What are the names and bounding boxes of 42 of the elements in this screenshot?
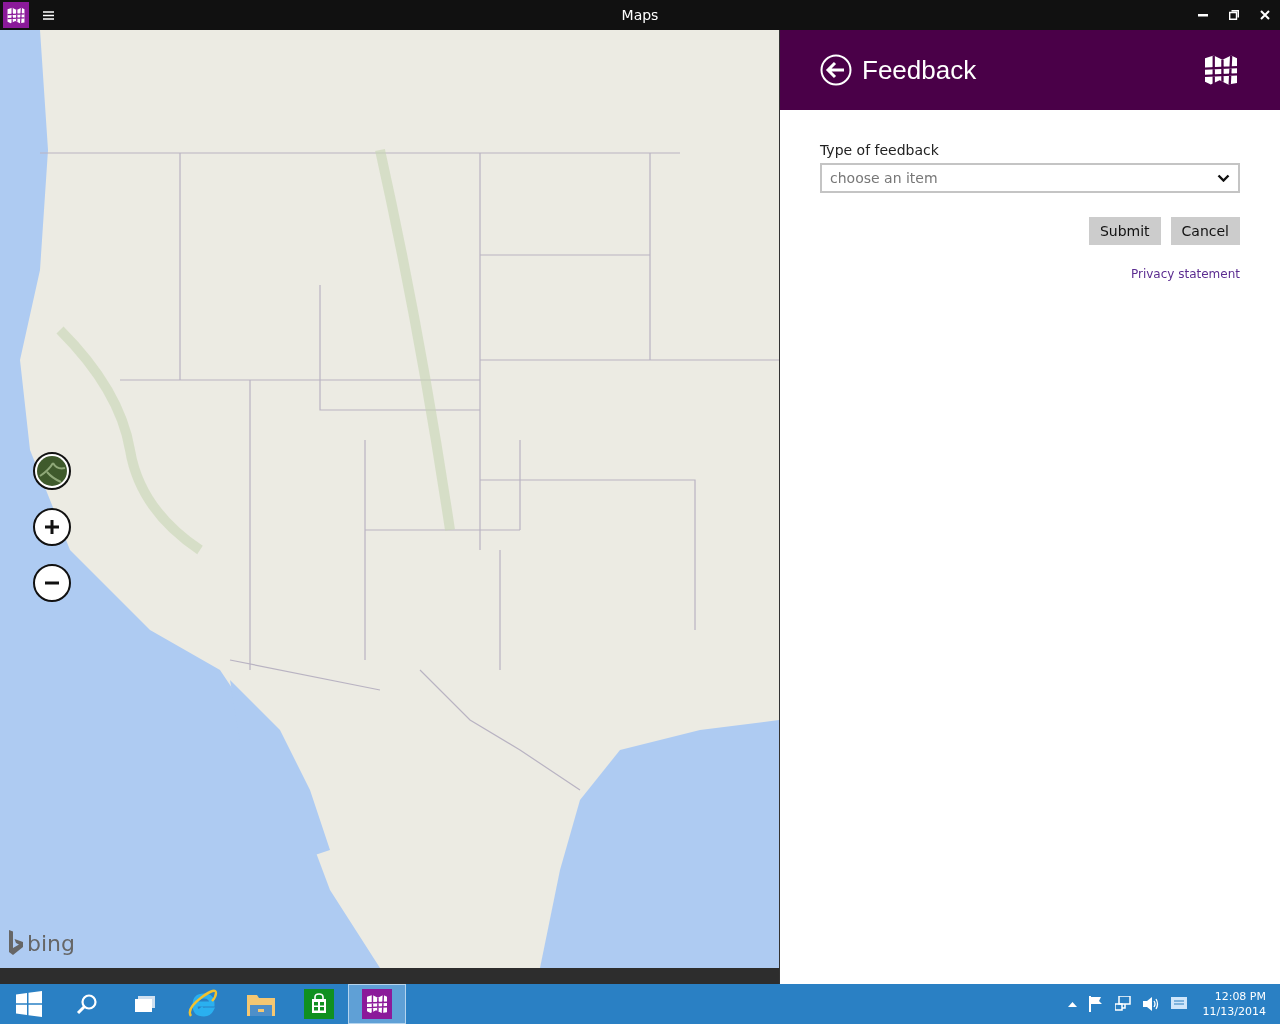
volume-icon [1142, 996, 1159, 1012]
network-icon [1114, 996, 1131, 1012]
cancel-button[interactable]: Cancel [1170, 217, 1240, 245]
network-tray-button[interactable] [1114, 996, 1131, 1012]
back-icon [820, 54, 852, 86]
store-icon [304, 989, 334, 1019]
minimize-icon [1197, 13, 1208, 17]
clock-time: 12:08 PM [1214, 989, 1266, 1004]
search-icon [76, 993, 98, 1015]
back-button[interactable] [820, 54, 852, 86]
start-icon [16, 991, 42, 1017]
chevron-down-icon [1217, 174, 1230, 182]
maps-app-icon [362, 989, 392, 1019]
restore-icon [1228, 10, 1239, 20]
windows-icon [134, 995, 156, 1013]
plus-icon [44, 519, 60, 535]
field-label: Type of feedback [820, 142, 940, 158]
submit-button[interactable]: Submit [1088, 217, 1161, 245]
flag-tray-button[interactable] [1088, 996, 1103, 1012]
notification-icon [1170, 996, 1187, 1012]
window-title: Maps [621, 7, 659, 23]
clock-date: 11/13/2014 [1202, 1004, 1266, 1019]
chevron-tray-button[interactable] [1067, 1001, 1077, 1007]
terrain-icon [37, 456, 67, 486]
menu-icon [43, 10, 54, 20]
map-icon [1202, 54, 1240, 86]
panel-title: Feedback [862, 54, 977, 86]
chevron-up-icon [1067, 1001, 1077, 1007]
close-icon [1259, 10, 1270, 20]
browser-icon [188, 989, 218, 1019]
bing-logo-icon [9, 930, 23, 956]
volume-tray-button[interactable] [1142, 996, 1159, 1012]
flag-icon [1088, 996, 1103, 1012]
clock[interactable]: 12:08 PM 11/13/2014 [1202, 989, 1266, 1019]
feedback-type-dropdown[interactable]: choose an item [820, 163, 1240, 193]
folder-icon [247, 992, 275, 1016]
menu-button[interactable] [41, 8, 56, 22]
bing-logo: bing [9, 930, 75, 956]
privacy-link[interactable]: Privacy statement [1130, 267, 1240, 281]
maps-taskbar-button[interactable] [348, 984, 406, 1024]
notification-tray-button[interactable] [1170, 996, 1187, 1012]
minus-icon [44, 581, 60, 585]
